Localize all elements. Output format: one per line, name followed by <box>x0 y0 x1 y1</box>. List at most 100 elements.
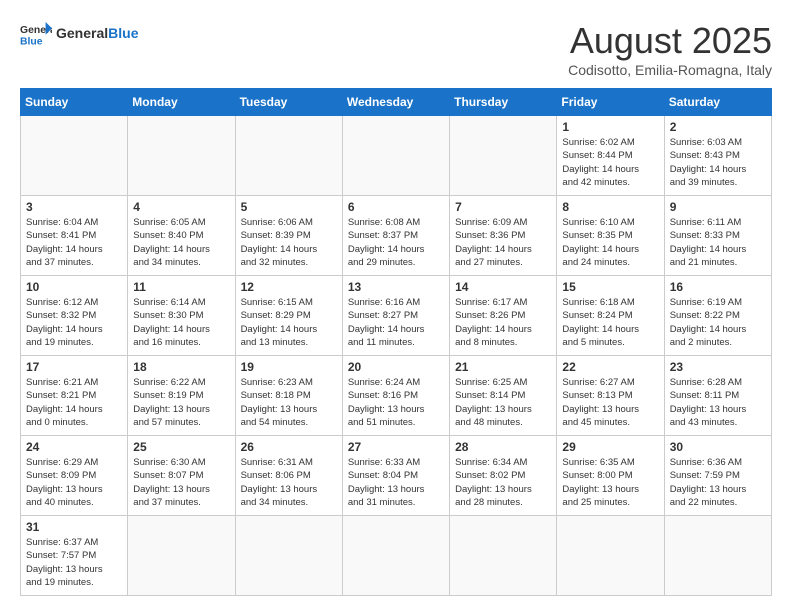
day-number: 11 <box>133 280 229 294</box>
day-info: Sunrise: 6:05 AM Sunset: 8:40 PM Dayligh… <box>133 216 229 269</box>
calendar-cell: 22Sunrise: 6:27 AM Sunset: 8:13 PM Dayli… <box>557 356 664 436</box>
calendar-cell <box>450 116 557 196</box>
calendar-cell <box>235 516 342 596</box>
day-info: Sunrise: 6:11 AM Sunset: 8:33 PM Dayligh… <box>670 216 766 269</box>
calendar-cell: 12Sunrise: 6:15 AM Sunset: 8:29 PM Dayli… <box>235 276 342 356</box>
calendar-cell: 26 Sunrise: 6:31 AM Sunset: 8:06 PM Dayli… <box>235 436 342 516</box>
day-info: Sunrise: 6:06 AM Sunset: 8:39 PM Dayligh… <box>241 216 337 269</box>
day-number: 24 <box>26 440 122 454</box>
day-info: Sunrise: 6:17 AM Sunset: 8:26 PM Dayligh… <box>455 296 551 349</box>
day-info: Sunrise: 6:15 AM Sunset: 8:29 PM Dayligh… <box>241 296 337 349</box>
calendar-cell: 20 Sunrise: 6:24 AM Sunset: 8:16 PM Dayli… <box>342 356 449 436</box>
calendar-week-row: 1Sunrise: 6:02 AM Sunset: 8:44 PM Daylig… <box>21 116 772 196</box>
calendar-cell <box>342 116 449 196</box>
calendar-cell: 19Sunrise: 6:23 AM Sunset: 8:18 PM Dayli… <box>235 356 342 436</box>
calendar-cell: 29 Sunrise: 6:35 AM Sunset: 8:00 PM Dayli… <box>557 436 664 516</box>
calendar-cell: 25 Sunrise: 6:30 AM Sunset: 8:07 PM Dayli… <box>128 436 235 516</box>
day-info: Sunrise: 6:14 AM Sunset: 8:30 PM Dayligh… <box>133 296 229 349</box>
day-number: 20 <box>348 360 444 374</box>
calendar-cell: 28 Sunrise: 6:34 AM Sunset: 8:02 PM Dayli… <box>450 436 557 516</box>
day-info: Sunrise: 6:09 AM Sunset: 8:36 PM Dayligh… <box>455 216 551 269</box>
day-info: Sunrise: 6:19 AM Sunset: 8:22 PM Dayligh… <box>670 296 766 349</box>
day-info: Sunrise: 6:18 AM Sunset: 8:24 PM Dayligh… <box>562 296 658 349</box>
day-info: Sunrise: 6:36 AM Sunset: 7:59 PM Dayligh… <box>670 456 766 509</box>
day-number: 1 <box>562 120 658 134</box>
calendar-cell <box>235 116 342 196</box>
calendar-cell: 17Sunrise: 6:21 AM Sunset: 8:21 PM Dayli… <box>21 356 128 436</box>
calendar-cell: 23 Sunrise: 6:28 AM Sunset: 8:11 PM Dayli… <box>664 356 771 436</box>
weekday-header-wednesday: Wednesday <box>342 89 449 116</box>
day-info: Sunrise: 6:24 AM Sunset: 8:16 PM Dayligh… <box>348 376 444 429</box>
day-info: Sunrise: 6:10 AM Sunset: 8:35 PM Dayligh… <box>562 216 658 269</box>
day-number: 28 <box>455 440 551 454</box>
weekday-header-sunday: Sunday <box>21 89 128 116</box>
logo: General Blue GeneralBlue <box>20 20 138 48</box>
day-info: Sunrise: 6:08 AM Sunset: 8:37 PM Dayligh… <box>348 216 444 269</box>
calendar-cell: 24Sunrise: 6:29 AM Sunset: 8:09 PM Dayli… <box>21 436 128 516</box>
weekday-header-friday: Friday <box>557 89 664 116</box>
day-number: 26 <box>241 440 337 454</box>
calendar-cell <box>21 116 128 196</box>
day-number: 10 <box>26 280 122 294</box>
month-title: August 2025 <box>568 20 772 62</box>
day-info: Sunrise: 6:34 AM Sunset: 8:02 PM Dayligh… <box>455 456 551 509</box>
day-info: Sunrise: 6:22 AM Sunset: 8:19 PM Dayligh… <box>133 376 229 429</box>
day-number: 27 <box>348 440 444 454</box>
day-info: Sunrise: 6:12 AM Sunset: 8:32 PM Dayligh… <box>26 296 122 349</box>
calendar-cell: 11 Sunrise: 6:14 AM Sunset: 8:30 PM Dayli… <box>128 276 235 356</box>
calendar-cell: 5 Sunrise: 6:06 AM Sunset: 8:39 PM Daylig… <box>235 196 342 276</box>
day-number: 13 <box>348 280 444 294</box>
day-info: Sunrise: 6:31 AM Sunset: 8:06 PM Dayligh… <box>241 456 337 509</box>
calendar-cell: 21 Sunrise: 6:25 AM Sunset: 8:14 PM Dayli… <box>450 356 557 436</box>
calendar-cell <box>128 116 235 196</box>
day-number: 5 <box>241 200 337 214</box>
calendar-cell: 10 Sunrise: 6:12 AM Sunset: 8:32 PM Dayli… <box>21 276 128 356</box>
day-number: 18 <box>133 360 229 374</box>
day-number: 8 <box>562 200 658 214</box>
day-number: 16 <box>670 280 766 294</box>
day-info: Sunrise: 6:28 AM Sunset: 8:11 PM Dayligh… <box>670 376 766 429</box>
day-number: 25 <box>133 440 229 454</box>
calendar-cell <box>450 516 557 596</box>
calendar-week-row: 17Sunrise: 6:21 AM Sunset: 8:21 PM Dayli… <box>21 356 772 436</box>
day-info: Sunrise: 6:33 AM Sunset: 8:04 PM Dayligh… <box>348 456 444 509</box>
calendar-week-row: 10 Sunrise: 6:12 AM Sunset: 8:32 PM Dayli… <box>21 276 772 356</box>
day-number: 6 <box>348 200 444 214</box>
calendar-cell: 3Sunrise: 6:04 AM Sunset: 8:41 PM Daylig… <box>21 196 128 276</box>
day-info: Sunrise: 6:27 AM Sunset: 8:13 PM Dayligh… <box>562 376 658 429</box>
day-info: Sunrise: 6:04 AM Sunset: 8:41 PM Dayligh… <box>26 216 122 269</box>
calendar-cell <box>557 516 664 596</box>
calendar-cell: 2 Sunrise: 6:03 AM Sunset: 8:43 PM Daylig… <box>664 116 771 196</box>
calendar-cell: 18 Sunrise: 6:22 AM Sunset: 8:19 PM Dayli… <box>128 356 235 436</box>
day-info: Sunrise: 6:35 AM Sunset: 8:00 PM Dayligh… <box>562 456 658 509</box>
svg-text:Blue: Blue <box>20 36 43 47</box>
calendar-cell: 8 Sunrise: 6:10 AM Sunset: 8:35 PM Daylig… <box>557 196 664 276</box>
calendar-cell: 7 Sunrise: 6:09 AM Sunset: 8:36 PM Daylig… <box>450 196 557 276</box>
page-header: General Blue GeneralBlue August 2025 Cod… <box>20 20 772 78</box>
day-number: 14 <box>455 280 551 294</box>
calendar-week-row: 3Sunrise: 6:04 AM Sunset: 8:41 PM Daylig… <box>21 196 772 276</box>
day-number: 2 <box>670 120 766 134</box>
weekday-header-saturday: Saturday <box>664 89 771 116</box>
calendar-cell <box>342 516 449 596</box>
calendar-cell <box>128 516 235 596</box>
day-info: Sunrise: 6:03 AM Sunset: 8:43 PM Dayligh… <box>670 136 766 189</box>
day-number: 31 <box>26 520 122 534</box>
day-number: 9 <box>670 200 766 214</box>
calendar-cell: 13Sunrise: 6:16 AM Sunset: 8:27 PM Dayli… <box>342 276 449 356</box>
calendar-cell: 15Sunrise: 6:18 AM Sunset: 8:24 PM Dayli… <box>557 276 664 356</box>
day-number: 21 <box>455 360 551 374</box>
calendar-cell: 30Sunrise: 6:36 AM Sunset: 7:59 PM Dayli… <box>664 436 771 516</box>
location-subtitle: Codisotto, Emilia-Romagna, Italy <box>568 62 772 78</box>
day-info: Sunrise: 6:30 AM Sunset: 8:07 PM Dayligh… <box>133 456 229 509</box>
day-number: 29 <box>562 440 658 454</box>
day-number: 7 <box>455 200 551 214</box>
day-info: Sunrise: 6:25 AM Sunset: 8:14 PM Dayligh… <box>455 376 551 429</box>
day-info: Sunrise: 6:21 AM Sunset: 8:21 PM Dayligh… <box>26 376 122 429</box>
calendar-cell: 16 Sunrise: 6:19 AM Sunset: 8:22 PM Dayli… <box>664 276 771 356</box>
day-number: 23 <box>670 360 766 374</box>
day-number: 19 <box>241 360 337 374</box>
day-number: 4 <box>133 200 229 214</box>
calendar-cell <box>664 516 771 596</box>
title-block: August 2025 Codisotto, Emilia-Romagna, I… <box>568 20 772 78</box>
